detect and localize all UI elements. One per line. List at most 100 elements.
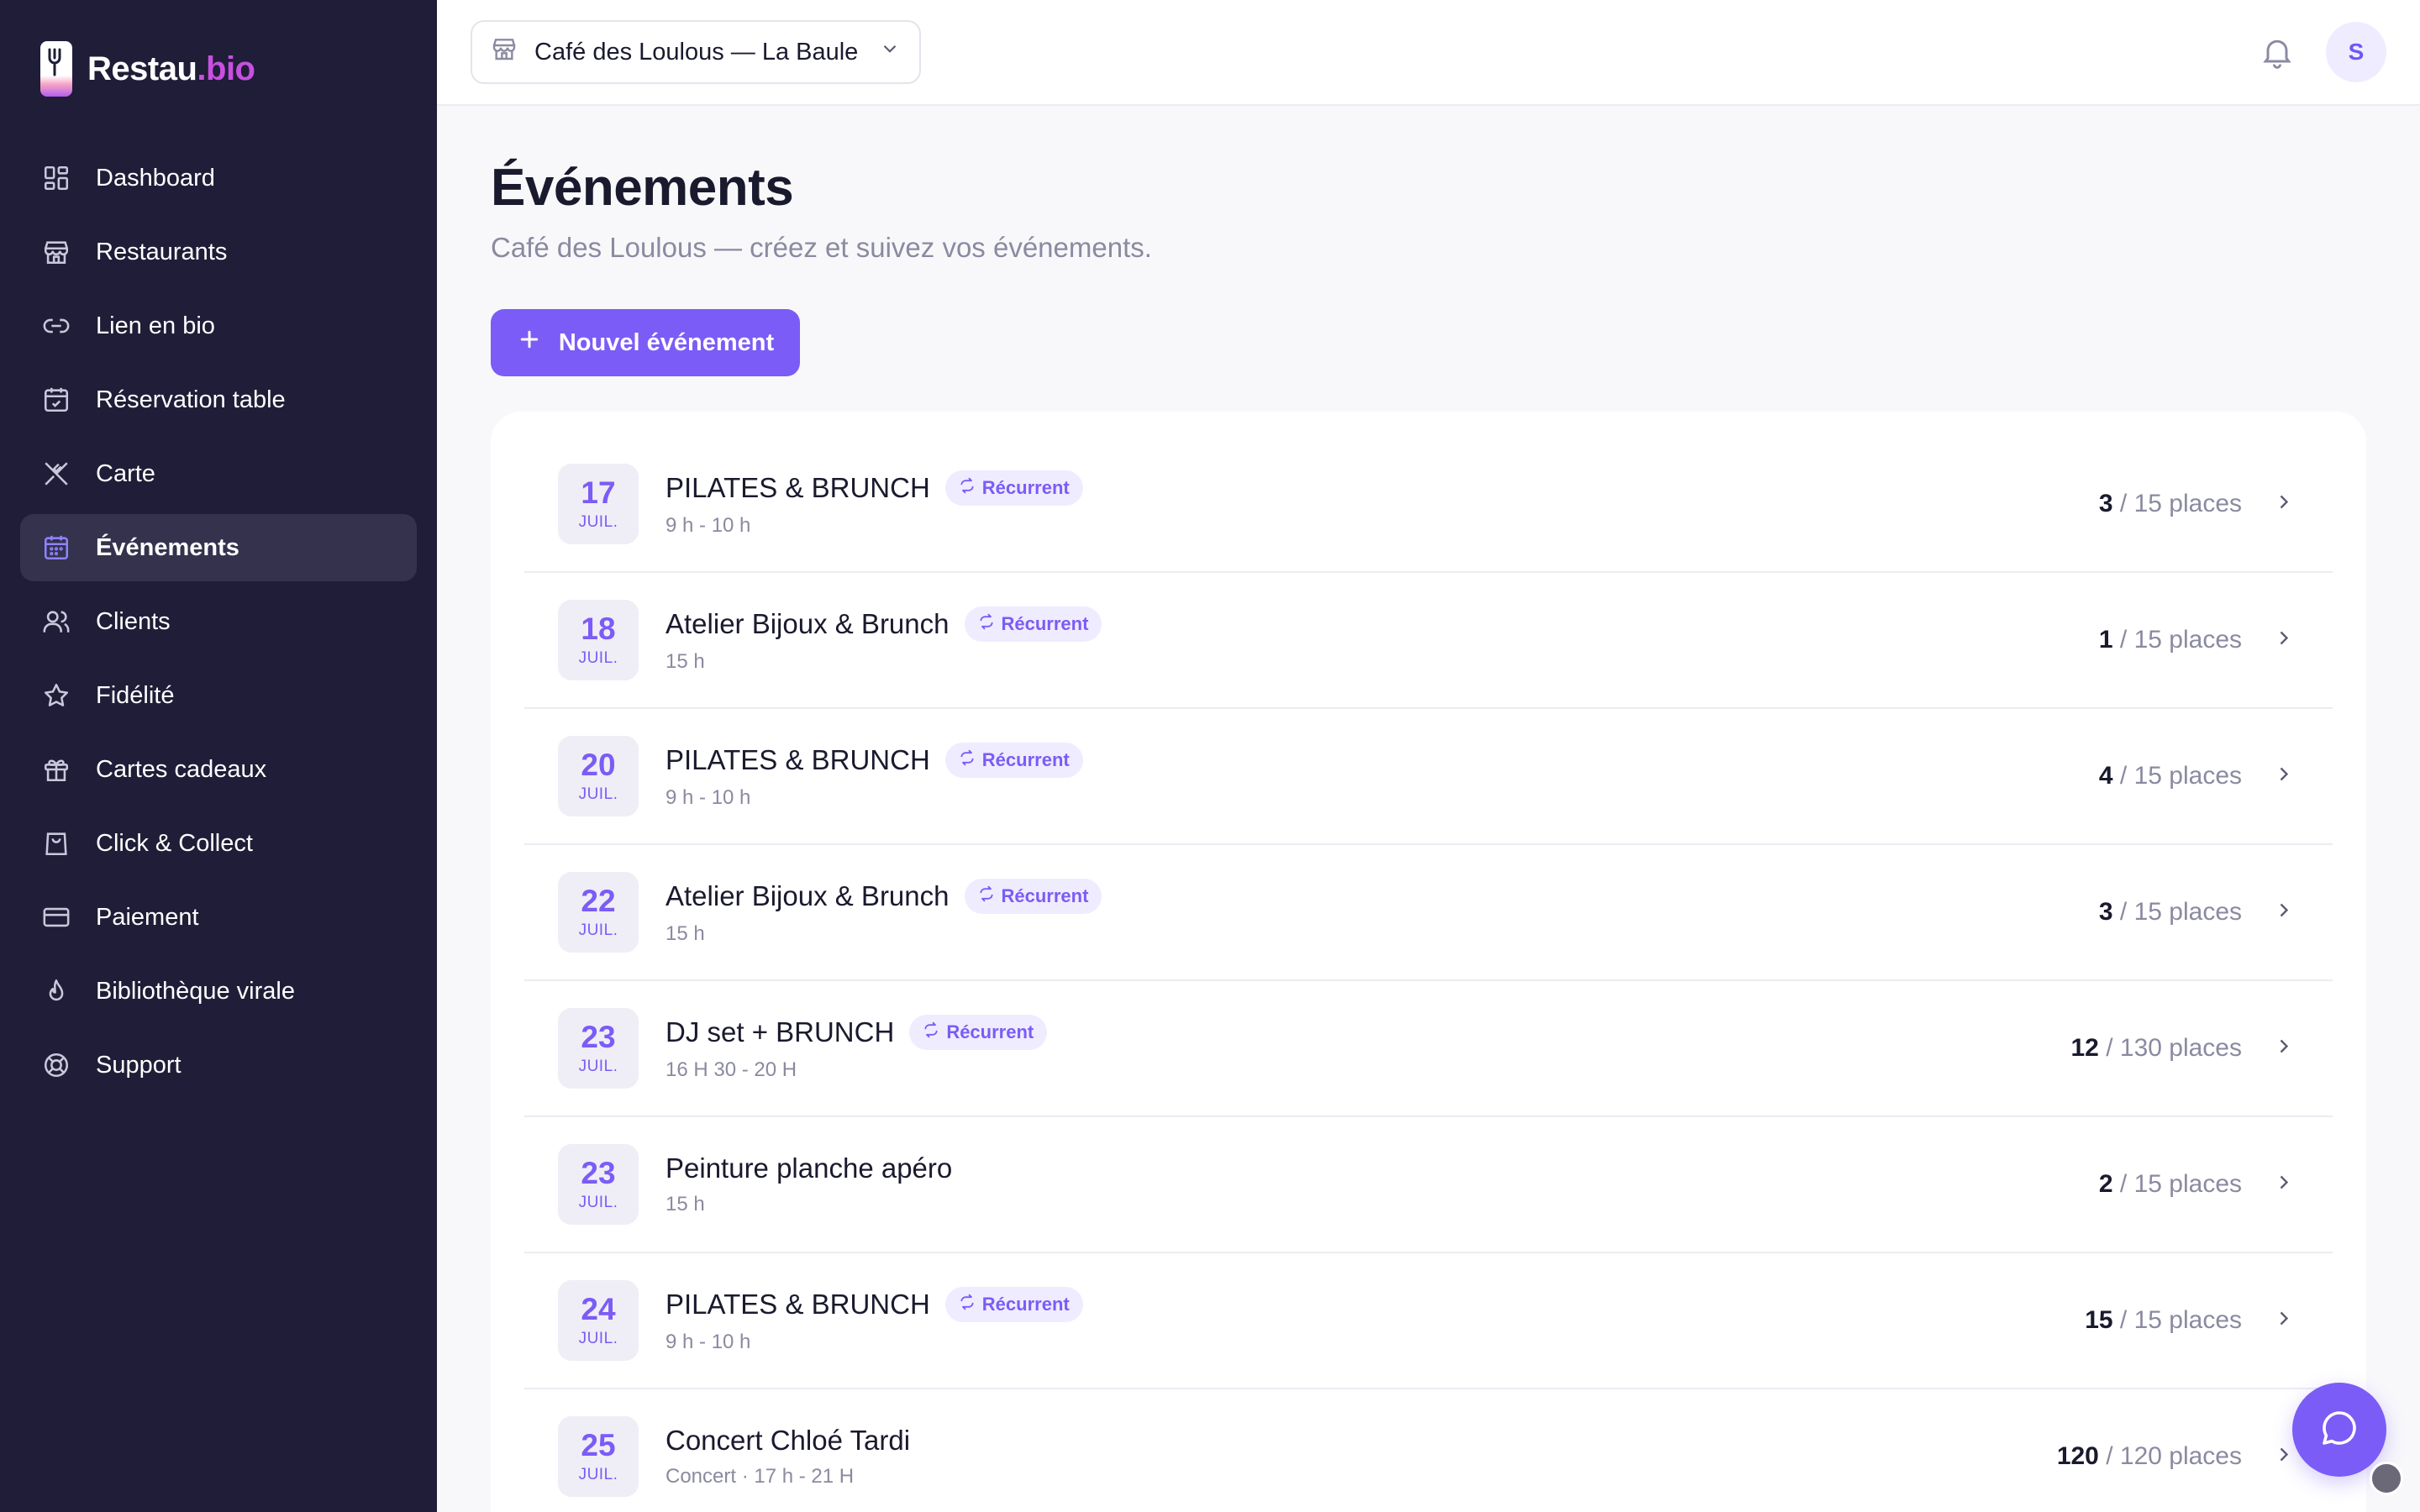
event-month: JUIL. xyxy=(578,1466,618,1483)
event-row[interactable]: 23 JUIL. DJ set + BRUNCH Récurrent 16 H … xyxy=(524,981,2333,1117)
recurrent-label: Récurrent xyxy=(981,749,1070,770)
sidebar: Restau.bio Dashboard Restaurants Lien en… xyxy=(0,0,437,1512)
event-title: Concert Chloé Tardi xyxy=(666,1425,911,1456)
event-places: 2 / 15 places xyxy=(2099,1170,2242,1199)
event-month: JUIL. xyxy=(578,649,618,667)
recurrent-label: Récurrent xyxy=(1001,613,1089,634)
event-row[interactable]: 20 JUIL. PILATES & BRUNCH Récurrent 9 h … xyxy=(524,709,2333,845)
places-capacity: / 15 places xyxy=(2119,762,2242,790)
date-badge: 23 JUIL. xyxy=(558,1008,639,1089)
sidebar-item-evenements[interactable]: Événements xyxy=(20,514,417,581)
event-row[interactable]: 17 JUIL. PILATES & BRUNCH Récurrent 9 h … xyxy=(524,437,2333,573)
event-info: PILATES & BRUNCH Récurrent 9 h - 10 h xyxy=(666,1287,1083,1354)
date-badge: 24 JUIL. xyxy=(558,1280,639,1361)
places-booked: 15 xyxy=(2085,1306,2113,1334)
gift-icon xyxy=(40,753,72,785)
sidebar-nav: Dashboard Restaurants Lien en bio Réserv… xyxy=(20,144,417,1105)
event-time: 9 h - 10 h xyxy=(666,1331,751,1353)
event-places: 1 / 15 places xyxy=(2099,626,2242,654)
repeat-icon xyxy=(959,477,976,499)
store-icon xyxy=(491,35,518,69)
sidebar-item-bibliotheque[interactable]: Bibliothèque virale xyxy=(20,958,417,1025)
recurrent-label: Récurrent xyxy=(1001,885,1089,906)
sidebar-item-label: Cartes cadeaux xyxy=(96,755,267,783)
link-icon xyxy=(40,310,72,342)
sidebar-item-lien-en-bio[interactable]: Lien en bio xyxy=(20,292,417,360)
new-event-button[interactable]: Nouvel événement xyxy=(491,309,800,376)
chevron-right-icon xyxy=(2272,1035,2296,1063)
sidebar-item-label: Click & Collect xyxy=(96,829,253,857)
chat-button[interactable] xyxy=(2292,1383,2386,1477)
event-month: JUIL. xyxy=(578,1330,618,1347)
event-row[interactable]: 18 JUIL. Atelier Bijoux & Brunch Récurre… xyxy=(524,573,2333,709)
event-info: DJ set + BRUNCH Récurrent 16 H 30 - 20 H xyxy=(666,1015,1048,1082)
venue-selector[interactable]: Café des Loulous — La Baule xyxy=(471,20,921,84)
sidebar-item-label: Clients xyxy=(96,607,171,635)
sidebar-item-click-collect[interactable]: Click & Collect xyxy=(20,810,417,877)
chevron-right-icon xyxy=(2272,1307,2296,1335)
bell-icon[interactable] xyxy=(2259,34,2296,71)
sidebar-item-dashboard[interactable]: Dashboard xyxy=(20,144,417,212)
event-time: 9 h - 10 h xyxy=(666,514,751,537)
plus-icon xyxy=(517,327,542,359)
event-info: Concert Chloé Tardi Concert · 17 h - 21 … xyxy=(666,1425,910,1488)
places-booked: 1 xyxy=(2098,626,2113,654)
event-day: 23 xyxy=(581,1020,616,1054)
avatar[interactable]: S xyxy=(2326,22,2386,82)
event-row[interactable]: 22 JUIL. Atelier Bijoux & Brunch Récurre… xyxy=(524,845,2333,981)
sidebar-item-clients[interactable]: Clients xyxy=(20,588,417,655)
repeat-icon xyxy=(923,1021,939,1043)
sidebar-item-restaurants[interactable]: Restaurants xyxy=(20,218,417,286)
repeat-icon xyxy=(959,749,976,771)
recurrent-badge: Récurrent xyxy=(964,606,1102,642)
sidebar-item-fidelite[interactable]: Fidélité xyxy=(20,662,417,729)
sidebar-item-reservation[interactable]: Réservation table xyxy=(20,366,417,433)
places-capacity: / 15 places xyxy=(2119,490,2242,517)
date-badge: 18 JUIL. xyxy=(558,600,639,680)
places-booked: 4 xyxy=(2098,762,2113,790)
event-info: PILATES & BRUNCH Récurrent 9 h - 10 h xyxy=(666,743,1083,810)
lifebuoy-icon xyxy=(40,1049,72,1081)
places-booked: 2 xyxy=(2098,1170,2113,1198)
event-title: PILATES & BRUNCH xyxy=(666,472,930,503)
event-time: Concert · 17 h - 21 H xyxy=(666,1465,855,1488)
places-booked: 3 xyxy=(2098,898,2113,926)
recurrent-badge: Récurrent xyxy=(944,470,1083,506)
recurrent-label: Récurrent xyxy=(946,1021,1034,1042)
brand-logo[interactable]: Restau.bio xyxy=(40,40,255,97)
store-icon xyxy=(40,236,72,268)
recurrent-badge: Récurrent xyxy=(964,879,1102,914)
chevron-right-icon xyxy=(2272,1443,2296,1471)
sidebar-item-support[interactable]: Support xyxy=(20,1032,417,1099)
event-day: 23 xyxy=(581,1156,616,1190)
calendar-check-icon xyxy=(40,384,72,416)
sidebar-item-paiement[interactable]: Paiement xyxy=(20,884,417,951)
places-capacity: / 15 places xyxy=(2119,1170,2242,1198)
event-month: JUIL. xyxy=(578,1194,618,1211)
brand-name: Restau.bio xyxy=(87,50,255,87)
event-row[interactable]: 23 JUIL. Peinture planche apéro 15 h 2 /… xyxy=(524,1117,2333,1253)
event-day: 25 xyxy=(581,1428,616,1462)
sidebar-item-cartes-cadeaux[interactable]: Cartes cadeaux xyxy=(20,736,417,803)
event-row[interactable]: 24 JUIL. PILATES & BRUNCH Récurrent 9 h … xyxy=(524,1253,2333,1389)
chevron-right-icon xyxy=(2272,1171,2296,1199)
event-month: JUIL. xyxy=(578,921,618,939)
event-row[interactable]: 25 JUIL. Concert Chloé Tardi Concert · 1… xyxy=(524,1389,2333,1512)
date-badge: 20 JUIL. xyxy=(558,736,639,816)
date-badge: 25 JUIL. xyxy=(558,1416,639,1497)
places-capacity: / 130 places xyxy=(2106,1034,2242,1062)
sidebar-item-carte[interactable]: Carte xyxy=(20,440,417,507)
shopping-bag-icon xyxy=(40,827,72,859)
dashboard-icon xyxy=(40,162,72,194)
date-badge: 23 JUIL. xyxy=(558,1144,639,1225)
repeat-icon xyxy=(978,885,995,907)
logo-fork-icon xyxy=(40,41,72,97)
recurrent-label: Récurrent xyxy=(981,1294,1070,1315)
event-info: Atelier Bijoux & Brunch Récurrent 15 h xyxy=(666,879,1102,946)
sidebar-item-label: Dashboard xyxy=(96,164,215,192)
sidebar-item-label: Restaurants xyxy=(96,238,228,265)
date-badge: 22 JUIL. xyxy=(558,872,639,953)
date-badge: 17 JUIL. xyxy=(558,464,639,544)
places-booked: 120 xyxy=(2056,1442,2099,1470)
star-icon xyxy=(40,680,72,711)
